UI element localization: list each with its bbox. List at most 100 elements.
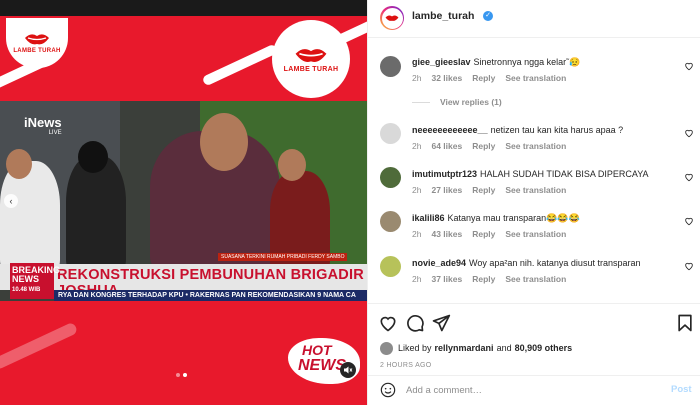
comments-list: giee_gieeslav Sinetronnya ngga kelar˜😥 2h…	[368, 38, 700, 302]
and-label: and	[496, 343, 512, 353]
like-heart-icon[interactable]	[378, 313, 398, 333]
lips-logo-icon	[25, 34, 49, 45]
brand-logo-text: LAMBE TURAH	[283, 65, 339, 73]
comment-like-heart-icon[interactable]	[684, 216, 694, 226]
comment-like-heart-icon[interactable]	[684, 261, 694, 271]
comment-body: neeeeeeeeeeee__ netizen tau kan kita haru…	[412, 125, 623, 135]
video-caption: SUASANA TERKINI RUMAH PRIBADI FERDY SAMB…	[218, 253, 348, 261]
see-translation-button[interactable]: See translation	[505, 229, 566, 239]
person-figure	[0, 161, 60, 271]
comment-likes[interactable]: 64 likes	[431, 141, 462, 151]
comment-text: Katanya mau transparan😂😂😂	[447, 213, 580, 223]
see-translation-button[interactable]: See translation	[505, 185, 566, 195]
liked-by-label: Liked by	[398, 343, 432, 353]
post-comment-button[interactable]: Post	[671, 384, 692, 395]
comment-like-heart-icon[interactable]	[684, 128, 694, 138]
post-media[interactable]: LAMBE TURAH LAMBE TURAH iNews LIVE SUASA…	[0, 0, 367, 405]
channel-logo: iNews LIVE	[24, 115, 62, 136]
see-translation-button[interactable]: See translation	[505, 141, 566, 151]
news-video-frame: iNews LIVE SUASANA TERKINI RUMAH PRIBADI…	[0, 101, 367, 301]
reply-button[interactable]: Reply	[472, 229, 495, 239]
reply-button[interactable]: Reply	[472, 73, 495, 83]
comment-meta: 2h 37 likes Reply See translation	[412, 274, 576, 284]
comment-text: Woy apa²an nih. katanya diusut transpara…	[469, 258, 641, 268]
brand-logo-text: LAMBE TURAH	[13, 48, 61, 54]
reply-button[interactable]: Reply	[472, 141, 495, 151]
comment-body: ikalili86 Katanya mau transparan😂😂😂	[412, 213, 580, 224]
liker-avatar[interactable]	[380, 341, 393, 355]
comment-time: 2h	[412, 274, 422, 284]
author-avatar-image	[381, 7, 403, 29]
channel-name: iNews	[24, 115, 62, 130]
person-head	[278, 149, 306, 181]
comment-body: imutimutptr123 HALAH SUDAH TIDAK BISA DIP…	[412, 169, 649, 179]
reply-button[interactable]: Reply	[472, 185, 495, 195]
comment-username[interactable]: neeeeeeeeeeee__	[412, 125, 488, 135]
view-replies-label: View replies (1)	[440, 97, 502, 107]
comment-time: 2h	[412, 229, 422, 239]
post-side-panel: lambe_turah ✓ giee_gieeslav Sinetronnya n…	[367, 0, 700, 405]
comment-username[interactable]: imutimutptr123	[412, 169, 477, 179]
comment-text: Sinetronnya ngga kelar˜😥	[473, 57, 581, 67]
comment-avatar[interactable]	[380, 56, 401, 77]
share-paper-plane-icon[interactable]	[431, 313, 451, 333]
see-translation-button[interactable]: See translation	[505, 274, 566, 284]
post-timestamp[interactable]: 2 HOURS AGO	[380, 362, 432, 369]
news-sticker-label: NEWS	[298, 357, 346, 374]
comment-username[interactable]: novie_ade94	[412, 258, 466, 268]
comment-time: 2h	[412, 185, 422, 195]
lips-logo-icon	[385, 15, 399, 21]
bookmark-icon[interactable]	[675, 313, 695, 333]
carousel-indicator	[176, 373, 187, 377]
hot-label: HOT	[302, 342, 332, 358]
broadcast-time: 10.48 WIB	[12, 287, 41, 293]
author-handle[interactable]: lambe_turah	[412, 10, 474, 22]
comment-body: giee_gieeslav Sinetronnya ngga kelar˜😥	[412, 57, 580, 68]
carousel-dot	[176, 373, 180, 377]
person-head	[78, 141, 108, 173]
breaking-news-badge: BREAKING NEWS 10.48 WIB	[10, 263, 60, 299]
comment-bubble-icon[interactable]	[405, 313, 425, 333]
person-head	[6, 149, 32, 179]
mute-button[interactable]	[340, 362, 356, 378]
comment-avatar[interactable]	[380, 167, 401, 188]
person-head	[200, 113, 248, 171]
comment-likes[interactable]: 27 likes	[431, 185, 462, 195]
comment-avatar[interactable]	[380, 211, 401, 232]
comment-meta: 2h 43 likes Reply See translation	[412, 229, 576, 239]
comment-meta: 2h 27 likes Reply See translation	[412, 185, 576, 195]
channel-live-tag: LIVE	[48, 130, 62, 136]
comment-likes[interactable]: 32 likes	[431, 73, 462, 83]
comment-text: netizen tau kan kita harus apaa ?	[490, 125, 624, 135]
likes-count[interactable]: 80,909 others	[515, 343, 573, 353]
post-header: lambe_turah ✓	[368, 0, 700, 38]
add-comment-input[interactable]	[406, 382, 646, 398]
comment-like-heart-icon[interactable]	[684, 61, 694, 71]
comment-username[interactable]: giee_gieeslav	[412, 57, 471, 67]
speaker-muted-icon	[344, 366, 353, 374]
author-avatar[interactable]	[380, 6, 404, 30]
previous-slide-button[interactable]: ‹	[4, 194, 18, 208]
comment-username[interactable]: ikalili86	[412, 213, 445, 223]
replies-divider	[412, 102, 430, 104]
comment-likes[interactable]: 43 likes	[431, 229, 462, 239]
comment-body: novie_ade94 Woy apa²an nih. katanya diusu…	[412, 258, 640, 268]
liker-username[interactable]: rellynmardani	[435, 343, 494, 353]
comment-text: HALAH SUDAH TIDAK BISA DIPERCAYA	[480, 169, 649, 179]
comment-avatar[interactable]	[380, 123, 401, 144]
chevron-left-icon: ‹	[9, 196, 13, 206]
add-comment-bar: Post	[368, 375, 700, 405]
comment-avatar[interactable]	[380, 256, 401, 277]
media-top-band	[0, 0, 367, 16]
comment-time: 2h	[412, 73, 422, 83]
comment-like-heart-icon[interactable]	[684, 172, 694, 182]
see-translation-button[interactable]: See translation	[505, 73, 566, 83]
person-figure	[66, 156, 126, 271]
comment-likes[interactable]: 37 likes	[431, 274, 462, 284]
lips-logo-icon	[295, 48, 327, 62]
view-replies-button[interactable]: View replies (1)	[412, 97, 502, 107]
emoji-smile-icon[interactable]	[380, 382, 396, 398]
reply-button[interactable]: Reply	[472, 274, 495, 284]
verified-badge-icon: ✓	[483, 11, 493, 21]
brand-logo-large: LAMBE TURAH	[272, 20, 350, 98]
